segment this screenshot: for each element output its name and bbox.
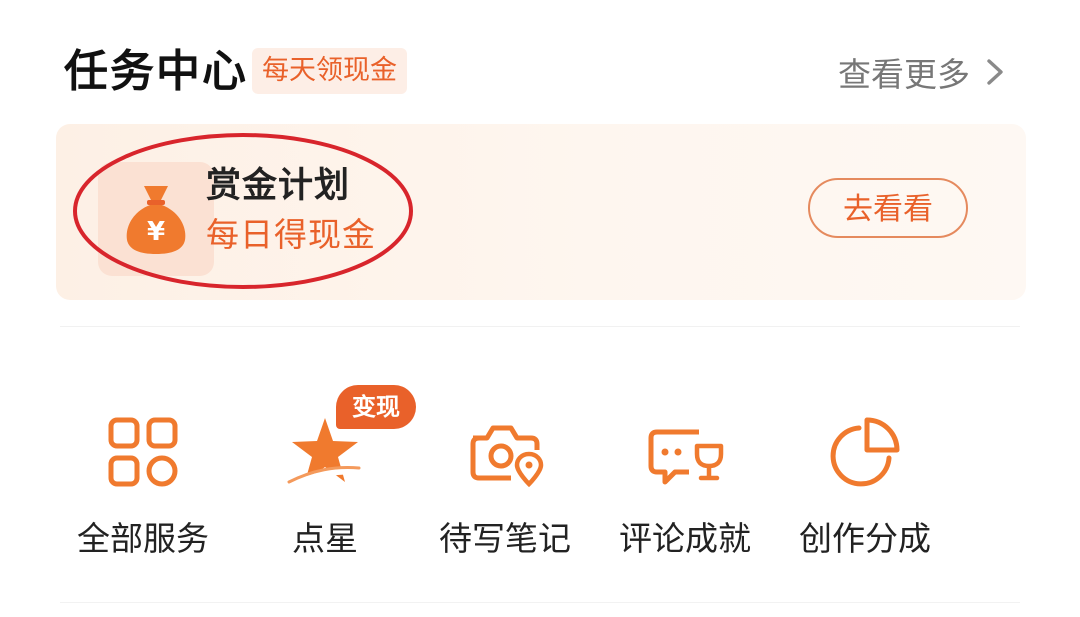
bounty-plan-card[interactable]: ¥ 赏金计划 每日得现金 去看看 <box>56 124 1026 300</box>
service-label: 评论成就 <box>619 519 751 558</box>
monetize-badge: 变现 <box>336 385 416 429</box>
section-divider <box>60 326 1020 327</box>
go-see-button[interactable]: 去看看 <box>808 178 968 238</box>
service-comment-achievements[interactable]: 评论成就 <box>600 412 770 572</box>
service-label: 待写笔记 <box>439 519 571 558</box>
task-center-panel: 任务中心 每天领现金 查看更多 ¥ 赏金计划 每日得现金 去看看 全部服务 点星… <box>0 0 1080 617</box>
view-more-link[interactable]: 查看更多 <box>838 44 1010 100</box>
bottom-divider <box>60 602 1020 603</box>
comment-trophy-icon <box>648 429 724 485</box>
page-title: 任务中心 <box>64 46 248 97</box>
chevron-right-icon <box>987 59 1003 85</box>
bounty-title: 赏金计划 <box>206 166 351 206</box>
bounty-subtitle: 每日得现金 <box>206 215 376 254</box>
pie-chart-icon <box>830 417 900 487</box>
yuan-glyph: ¥ <box>147 217 165 247</box>
service-creator-revenue[interactable]: 创作分成 <box>780 412 950 572</box>
camera-location-icon <box>470 425 544 488</box>
service-pending-notes[interactable]: 待写笔记 <box>420 412 590 572</box>
service-label: 创作分成 <box>799 519 931 558</box>
bounty-icon-tile: ¥ <box>98 162 214 276</box>
service-label: 全部服务 <box>77 519 209 558</box>
money-bag-icon: ¥ <box>126 186 186 254</box>
view-more-label: 查看更多 <box>838 55 970 94</box>
service-dianxing[interactable]: 点星 <box>240 412 410 572</box>
daily-cash-tag: 每天领现金 <box>252 48 407 94</box>
grid-icon <box>108 417 178 487</box>
service-label: 点星 <box>292 519 358 558</box>
service-all-services[interactable]: 全部服务 <box>58 412 228 572</box>
